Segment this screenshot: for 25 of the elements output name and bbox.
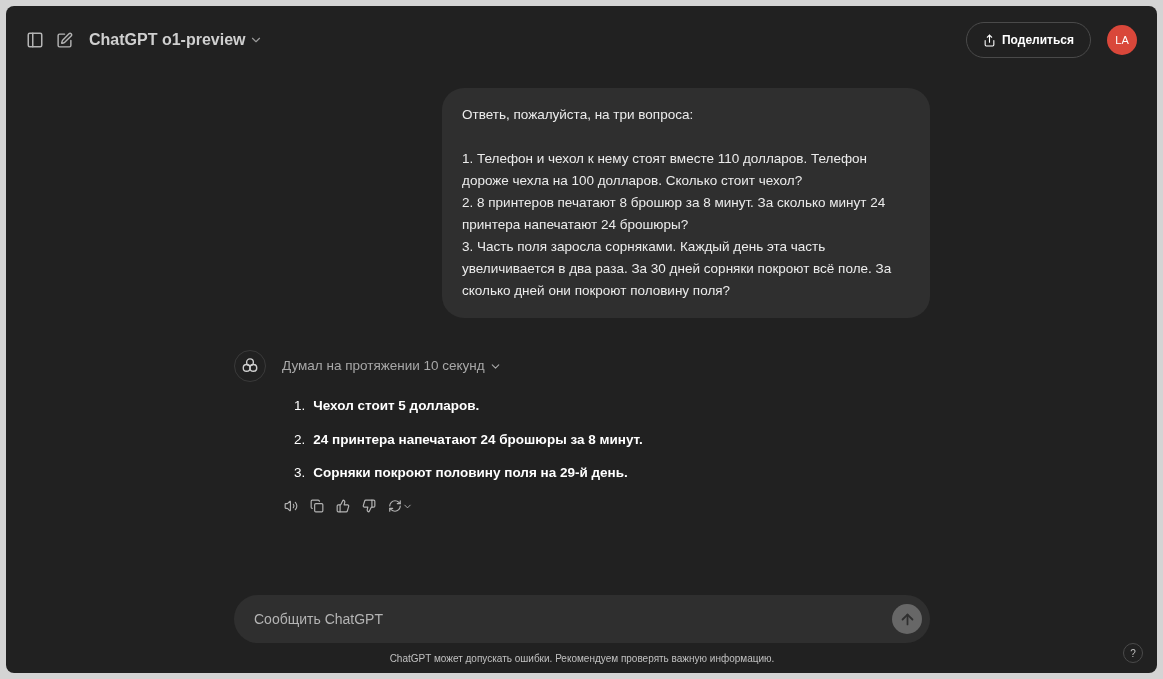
speaker-icon[interactable]: [284, 499, 298, 513]
list-number: 3.: [294, 463, 306, 482]
disclaimer-text: ChatGPT может допускать ошибки. Рекомендуем проверять важную информацию.: [389, 651, 775, 666]
thumbs-up-icon[interactable]: [336, 499, 350, 513]
thought-toggle[interactable]: Думал на протяжении 10 секунд: [282, 356, 643, 377]
user-avatar[interactable]: LA: [1107, 25, 1137, 55]
message-input[interactable]: Сообщить ChatGPT: [254, 608, 892, 630]
message-text: 1. Телефон и чехол к нему стоят вместе 110 долларов. Телефон дороже чехла на 100 долларов. Сколько стоит чехол? 2. 8 принтеров печатают 8 брошюр за 8 минут. За сколько минут 24 принтера напечатают 24 брошюры? 3. Часть поля заросла сорняками. Каждый день эта часть увеличивается в два раза. За 30 дней сорняки покроют всё поле. За сколько дней они покроют половину поля?: [462, 150, 893, 300]
flower-logo-icon: [241, 357, 259, 375]
upload-icon: [982, 33, 996, 47]
sidebar-toggle-icon[interactable]: [26, 31, 44, 49]
message-composer[interactable]: Сообщить ChatGPT: [234, 595, 930, 643]
thumbs-down-icon[interactable]: [362, 499, 376, 513]
regenerate-button[interactable]: [388, 499, 413, 513]
new-chat-icon[interactable]: [56, 31, 73, 49]
message-text: Ответь, пожалуйста, на три вопроса:: [462, 106, 695, 124]
list-number: 2.: [294, 430, 306, 449]
answer-text: Чехол стоит 5 долларов.: [313, 397, 480, 416]
answer-text: 24 принтера напечатают 24 брошюры за 8 минут.: [313, 430, 643, 449]
answer-text: Сорняки покроют половину поля на 29-й день.: [313, 463, 628, 482]
refresh-icon: [388, 499, 402, 513]
send-button[interactable]: [892, 604, 922, 634]
list-number: 1.: [294, 397, 306, 416]
copy-icon[interactable]: [310, 499, 324, 513]
model-selector[interactable]: ChatGPT o1-preview: [89, 28, 264, 52]
